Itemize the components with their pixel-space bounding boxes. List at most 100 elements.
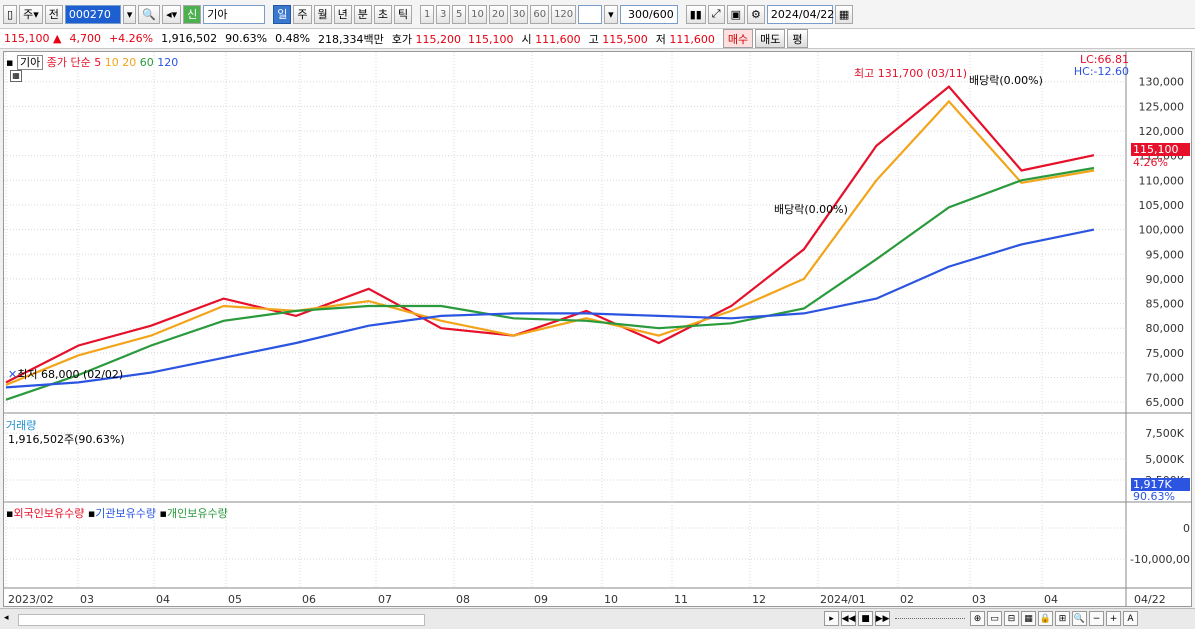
open-price: 시 111,600 (522, 31, 581, 47)
grid-icon[interactable]: ▦ (1021, 611, 1036, 626)
interval-custom-input[interactable] (578, 4, 603, 24)
tab-minute[interactable]: 분 (353, 4, 372, 24)
legend-foreign: 외국인보유수량 (13, 507, 85, 520)
price-tick-label: 120,000 (1139, 125, 1185, 138)
lock-icon[interactable]: 🔒 (1038, 611, 1053, 626)
x-tick-label: 04 (156, 593, 170, 606)
eval-button[interactable]: 평 (787, 29, 808, 48)
tab-year[interactable]: 년 (333, 4, 352, 24)
scroll-right-icon[interactable]: ▸ (824, 611, 839, 626)
price-legend: ▪ 기아 종가 단순 5 10 20 60 120 (6, 54, 178, 70)
chart-canvas[interactable]: 130,000125,000120,000115,000110,000105,0… (4, 52, 1191, 606)
code-dropdown-icon[interactable]: ▾ (122, 4, 137, 24)
x-tick-label: 11 (674, 593, 688, 606)
interval-10[interactable]: 10 (468, 4, 487, 24)
layout-icon[interactable]: ⊟ (1004, 611, 1019, 626)
scroll-thumb[interactable] (18, 614, 425, 626)
interval-1[interactable]: 1 (420, 4, 435, 24)
market-select[interactable]: 주 ▾ (19, 4, 43, 24)
sell-button[interactable]: 매도 (755, 29, 786, 48)
turnover-rate: 0.48% (275, 32, 311, 45)
candle-icon[interactable]: ▮▮ (685, 4, 706, 24)
chart-area[interactable]: 130,000 125,000 120,000 115,000 110,000 105,0… (3, 51, 1192, 607)
x-tick-label: 07 (378, 593, 392, 606)
bid1: 115,200 (415, 32, 462, 46)
stock-badge: 신 (183, 4, 202, 24)
table-icon[interactable]: ▦ (10, 70, 22, 82)
search-icon[interactable]: 🔍 (138, 4, 161, 24)
low-label: 저 (655, 32, 666, 46)
legend-ma-label: 종가 단순 (46, 56, 91, 69)
date-input[interactable]: 2024/04/22 (766, 4, 834, 24)
tab-tick[interactable]: 틱 (394, 4, 413, 24)
low-value: 111,600 (669, 32, 715, 46)
holdings-tick-label: 0 (1183, 522, 1190, 535)
stock-name-field[interactable]: 기아 (203, 4, 266, 24)
dividend-annotation-2: 배당락(0.00%) (969, 74, 1043, 87)
buy-button[interactable]: 매수 (722, 29, 754, 48)
quote-bar: 115,100 ▲ 4,700 +4.26% 1,916,502 90.63% … (0, 29, 1195, 49)
tab-week[interactable]: 주 (293, 4, 312, 24)
calendar-icon[interactable]: ▦ (834, 4, 854, 24)
tab-second[interactable]: 초 (373, 4, 392, 24)
volume-pct-tag: 90.63% (1133, 490, 1175, 503)
dividend-annotation-1: 배당락(0.00%) (774, 203, 848, 216)
fast-forward-icon[interactable]: ▶▶ (875, 611, 890, 626)
open-value: 111,600 (535, 32, 581, 46)
x-tick-label: 10 (604, 593, 618, 606)
scroll-left-icon[interactable]: ◂ (4, 613, 10, 623)
auto-icon[interactable]: A (1123, 611, 1138, 626)
price-change-pct: +4.26% (108, 32, 154, 45)
save-icon[interactable]: ▣ (726, 4, 746, 24)
chart-menu-icon[interactable]: ▯ (3, 4, 18, 24)
volume-tick-label: 7,500K (1145, 427, 1184, 440)
zoom-out-icon[interactable]: − (1089, 611, 1104, 626)
holdings-tick-label: -10,000,00 (1130, 553, 1190, 566)
high-price: 고 115,500 (589, 31, 648, 47)
ma-line-60 (5, 166, 1095, 401)
stop-icon[interactable]: ■ (858, 611, 873, 626)
price-tick-label: 75,000 (1146, 347, 1185, 360)
legend-ma-5: 5 (94, 56, 102, 69)
low-annotation: ✕최저 68,000 (02/02) (8, 366, 123, 382)
hc-label: HC:-12.60 (1073, 65, 1129, 78)
speaker-icon[interactable]: ◂▾ (162, 4, 182, 24)
search-zoom-icon[interactable]: 🔍 (1072, 611, 1087, 626)
interval-120[interactable]: 120 (551, 4, 577, 24)
tab-day[interactable]: 일 (273, 4, 292, 24)
scroll-bar[interactable]: ◂ ▸ ◀◀ ■ ▶▶ ⊕ ▭ ⊟ ▦ 🔒 ⊞ 🔍 − + A (0, 608, 1195, 629)
low-annotation-text: 최저 68,000 (02/02) (17, 368, 124, 381)
price-tick-label: 65,000 (1146, 396, 1185, 409)
bid-label: 호가 115,200 115,100 (392, 31, 514, 47)
rewind-icon[interactable]: ◀◀ (841, 611, 856, 626)
market-label: 주 (23, 8, 34, 21)
interval-20[interactable]: 20 (488, 4, 508, 24)
open-label: 시 (521, 32, 532, 46)
interval-3[interactable]: 3 (436, 4, 451, 24)
tab-month[interactable]: 월 (313, 4, 332, 24)
price-tick-label: 105,000 (1139, 199, 1185, 212)
speed-slider[interactable] (895, 618, 965, 622)
window-icon[interactable]: ▭ (987, 611, 1002, 626)
interval-dropdown-icon[interactable]: ▾ (604, 4, 618, 24)
interval-30[interactable]: 30 (509, 4, 529, 24)
interval-5[interactable]: 5 (452, 4, 467, 24)
x-tick-label: 04 (1044, 593, 1058, 606)
toolbar: ▯ 주 ▾ 전 000270 ▾ 🔍 ◂▾ 신 기아 일 주 월 년 분 초 틱 … (0, 0, 1195, 29)
high-value: 115,500 (602, 32, 648, 46)
x-tick-label: 09 (534, 593, 548, 606)
gear-icon[interactable]: ⚙ (747, 4, 765, 24)
legend-ma-10: 10 (104, 56, 119, 69)
prev-button[interactable]: 전 (44, 4, 63, 24)
count-value: 300 (627, 7, 649, 21)
stock-code-input[interactable]: 000270 (64, 4, 121, 24)
x-tick-label: 03 (80, 593, 94, 606)
drawing-icon[interactable]: ⤢ (707, 4, 725, 24)
zoom-in-icon[interactable]: + (1106, 611, 1121, 626)
interval-60[interactable]: 60 (530, 4, 550, 24)
legend-ma-20: 20 (122, 56, 137, 69)
x-tick-label: 02 (900, 593, 914, 606)
count-input[interactable]: 300/600 (619, 4, 678, 24)
zoom-reset-icon[interactable]: ⊕ (970, 611, 985, 626)
chart-type-icon[interactable]: ⊞ (1055, 611, 1070, 626)
